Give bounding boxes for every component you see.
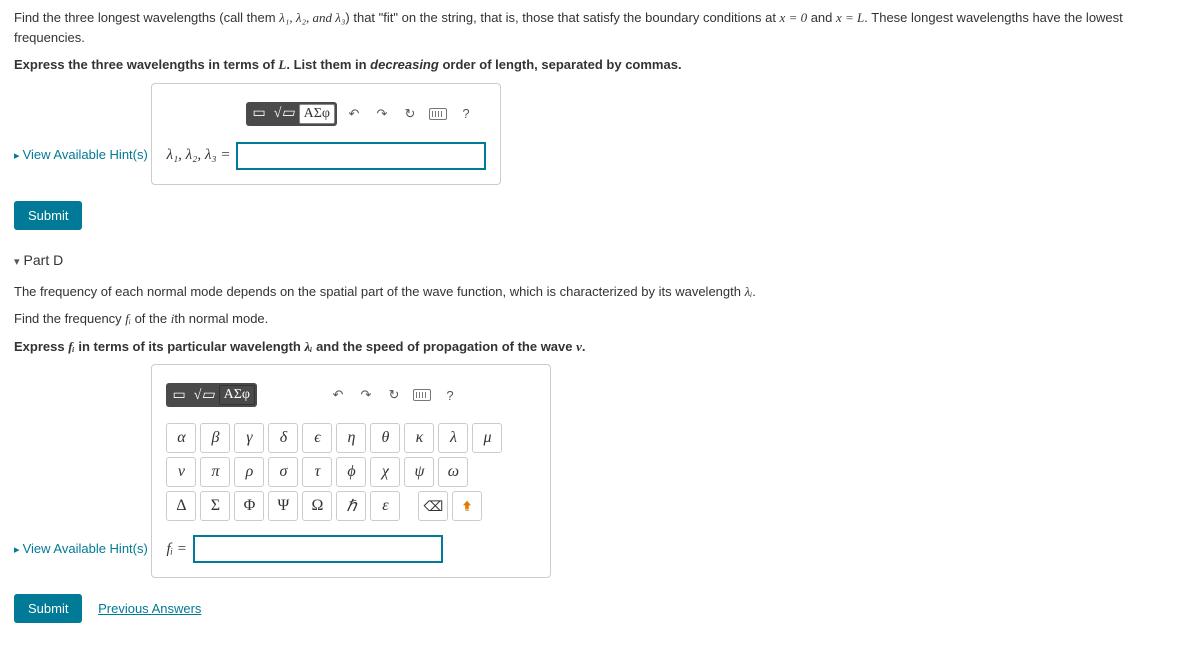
format-group: ▭ √▭ ΑΣφ — [246, 102, 337, 126]
greek-epsilon[interactable]: ϵ — [302, 423, 332, 453]
greek-omega[interactable]: ω — [438, 457, 468, 487]
partd-toolbar: ▭ √▭ ΑΣφ ↶ ↷ ↻ ? — [166, 383, 536, 407]
partd-submit-button[interactable]: Submit — [14, 594, 82, 623]
rect-tool-icon[interactable]: ▭ — [248, 104, 269, 124]
greek-hbar[interactable]: ℏ — [336, 491, 366, 521]
sqrt-tool-icon[interactable]: √▭ — [270, 104, 299, 124]
greek-mu[interactable]: μ — [472, 423, 502, 453]
reset-icon[interactable]: ↻ — [383, 384, 405, 406]
partc-answer-input[interactable] — [236, 142, 486, 170]
partd-header[interactable]: ▾Part D — [4, 252, 1186, 268]
partd-prompt-3: Express fᵢ in terms of its particular wa… — [14, 337, 1186, 357]
greek-row-2: ν π ρ σ τ ϕ χ ψ ω — [166, 457, 536, 487]
greek-nu[interactable]: ν — [166, 457, 196, 487]
greek-alpha[interactable]: α — [166, 423, 196, 453]
greek-cap-psi[interactable]: Ψ — [268, 491, 298, 521]
greek-row-3: Δ Σ Φ Ψ Ω ℏ ε ⌫ — [166, 491, 536, 521]
sqrt-tool-icon[interactable]: √▭ — [190, 385, 219, 405]
greek-eta[interactable]: η — [336, 423, 366, 453]
greek-varepsilon[interactable]: ε — [370, 491, 400, 521]
shift-up-icon — [460, 499, 474, 513]
greek-cap-phi[interactable]: Φ — [234, 491, 264, 521]
reset-icon[interactable]: ↻ — [399, 103, 421, 125]
undo-icon[interactable]: ↶ — [343, 103, 365, 125]
greek-cap-omega[interactable]: Ω — [302, 491, 332, 521]
greek-beta[interactable]: β — [200, 423, 230, 453]
greek-delta[interactable]: δ — [268, 423, 298, 453]
partd-hints-toggle[interactable]: View Available Hint(s) — [14, 541, 148, 556]
keyboard-icon[interactable] — [411, 384, 433, 406]
backspace-button[interactable]: ⌫ — [418, 491, 448, 521]
collapse-caret-icon: ▾ — [14, 256, 20, 268]
partc-toolbar: ▭ √▭ ΑΣφ ↶ ↷ ↻ ? — [246, 102, 486, 126]
partc-hints-toggle[interactable]: View Available Hint(s) — [14, 147, 148, 162]
greek-kappa[interactable]: κ — [404, 423, 434, 453]
greek-lambda[interactable]: λ — [438, 423, 468, 453]
keyboard-icon[interactable] — [427, 103, 449, 125]
greek-cap-sigma[interactable]: Σ — [200, 491, 230, 521]
greek-row-1: α β γ δ ϵ η θ κ λ μ — [166, 423, 536, 453]
shift-button[interactable] — [452, 491, 482, 521]
previous-answers-link[interactable]: Previous Answers — [98, 601, 201, 616]
partc-prompt-2: Express the three wavelengths in terms o… — [14, 55, 1186, 75]
greek-rho[interactable]: ρ — [234, 457, 264, 487]
partd-answer-box: ▭ √▭ ΑΣφ ↶ ↷ ↻ ? α β γ δ ϵ η θ κ λ μ ν π… — [151, 364, 551, 578]
partd-answer-input[interactable] — [193, 535, 443, 563]
greek-cap-delta[interactable]: Δ — [166, 491, 196, 521]
rect-tool-icon[interactable]: ▭ — [168, 385, 189, 405]
redo-icon[interactable]: ↷ — [355, 384, 377, 406]
partc-submit-button[interactable]: Submit — [14, 201, 82, 230]
partd-input-label: fᵢ = — [166, 541, 186, 558]
greek-tau[interactable]: τ — [302, 457, 332, 487]
greek-pi[interactable]: π — [200, 457, 230, 487]
greek-phi[interactable]: ϕ — [336, 457, 366, 487]
help-icon[interactable]: ? — [455, 103, 477, 125]
greek-tool-button[interactable]: ΑΣφ — [219, 385, 255, 405]
redo-icon[interactable]: ↷ — [371, 103, 393, 125]
format-group: ▭ √▭ ΑΣφ — [166, 383, 257, 407]
greek-sigma[interactable]: σ — [268, 457, 298, 487]
greek-gamma[interactable]: γ — [234, 423, 264, 453]
partc-input-label: λ₁, λ₂, λ₃ = — [166, 147, 230, 164]
partd-prompt-2: Find the frequency fᵢ of the ith normal … — [14, 309, 1186, 329]
greek-psi[interactable]: ψ — [404, 457, 434, 487]
greek-keyboard: α β γ δ ϵ η θ κ λ μ ν π ρ σ τ ϕ χ ψ ω Δ … — [166, 423, 536, 521]
partc-prompt-1: Find the three longest wavelengths (call… — [14, 8, 1186, 47]
greek-chi[interactable]: χ — [370, 457, 400, 487]
partd-prompt-1: The frequency of each normal mode depend… — [14, 282, 1186, 302]
help-icon[interactable]: ? — [439, 384, 461, 406]
undo-icon[interactable]: ↶ — [327, 384, 349, 406]
partc-answer-box: ▭ √▭ ΑΣφ ↶ ↷ ↻ ? λ₁, λ₂, λ₃ = — [151, 83, 501, 185]
greek-tool-button[interactable]: ΑΣφ — [299, 104, 335, 124]
greek-theta[interactable]: θ — [370, 423, 400, 453]
